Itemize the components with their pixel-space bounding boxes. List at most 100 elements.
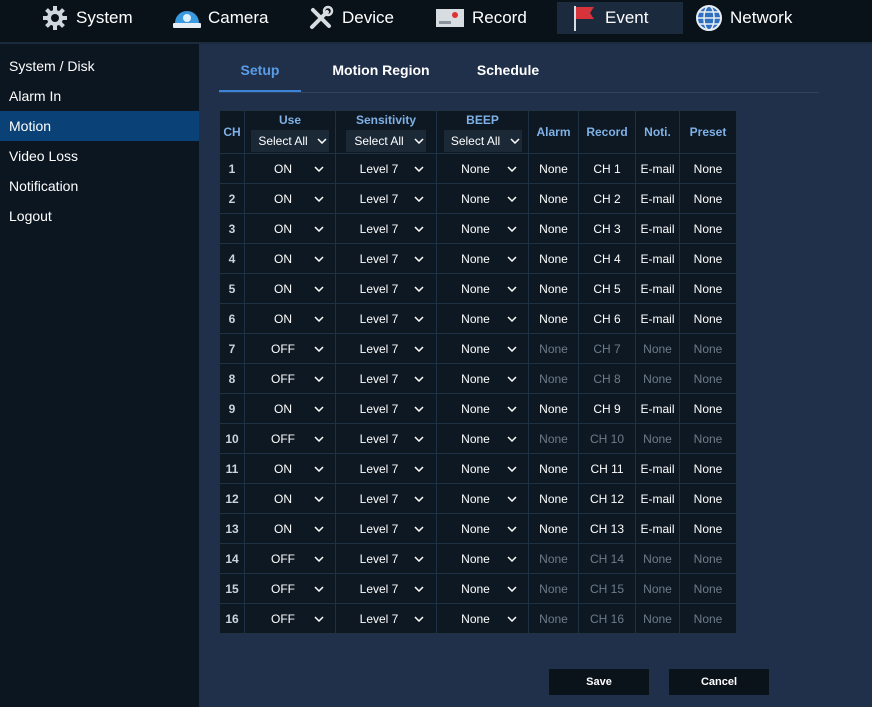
- tab-bar: Setup Motion Region Schedule: [219, 52, 819, 93]
- use-select[interactable]: ON: [254, 312, 326, 326]
- use-cell: ON: [244, 243, 336, 274]
- ch-cell: 2: [219, 183, 245, 214]
- sensitivity-select[interactable]: Level 7: [346, 492, 426, 506]
- noti-cell: E-mail: [635, 273, 680, 304]
- chevron-down-icon: [412, 255, 426, 262]
- nav-label: System: [76, 8, 133, 27]
- sensitivity-select[interactable]: Level 7: [346, 402, 426, 416]
- use-select[interactable]: ON: [254, 462, 326, 476]
- beep-select[interactable]: None: [447, 372, 519, 386]
- alarm-cell: None: [528, 513, 579, 544]
- chevron-down-icon: [312, 345, 326, 352]
- nav-record[interactable]: Record: [434, 2, 527, 34]
- beep-select[interactable]: None: [447, 552, 519, 566]
- sensitivity-cell: Level 7: [335, 333, 437, 364]
- motion-table: CH Use Select All Sensitivity Select All…: [219, 110, 737, 634]
- sensitivity-select[interactable]: Level 7: [346, 342, 426, 356]
- use-select[interactable]: ON: [254, 192, 326, 206]
- use-select[interactable]: ON: [254, 162, 326, 176]
- record-cell: CH 10: [578, 423, 636, 454]
- record-cell: CH 3: [578, 213, 636, 244]
- beep-select[interactable]: None: [447, 462, 519, 476]
- preset-cell: None: [679, 153, 737, 184]
- use-select[interactable]: OFF: [254, 582, 326, 596]
- beep-select[interactable]: None: [447, 192, 519, 206]
- beep-select[interactable]: None: [447, 162, 519, 176]
- tab-setup[interactable]: Setup: [219, 52, 301, 92]
- record-cell: CH 14: [578, 543, 636, 574]
- alarm-cell: None: [528, 603, 579, 634]
- flag-icon: [569, 3, 599, 33]
- nav-event[interactable]: Event: [557, 2, 683, 34]
- sidebar-item-notification[interactable]: Notification: [0, 171, 199, 201]
- sensitivity-select[interactable]: Level 7: [346, 582, 426, 596]
- nav-label: Event: [605, 8, 649, 27]
- beep-select[interactable]: None: [447, 252, 519, 266]
- sidebar-item-logout[interactable]: Logout: [0, 201, 199, 231]
- chevron-down-icon: [312, 405, 326, 412]
- use-select[interactable]: ON: [254, 252, 326, 266]
- chevron-down-icon: [312, 315, 326, 322]
- cancel-button[interactable]: Cancel: [669, 669, 769, 695]
- sensitivity-select[interactable]: Level 7: [346, 552, 426, 566]
- sensitivity-select[interactable]: Level 7: [346, 372, 426, 386]
- use-select[interactable]: OFF: [254, 372, 326, 386]
- chevron-down-icon: [412, 405, 426, 412]
- use-select[interactable]: OFF: [254, 612, 326, 626]
- beep-select[interactable]: None: [447, 612, 519, 626]
- beep-select[interactable]: None: [447, 342, 519, 356]
- use-select[interactable]: ON: [254, 222, 326, 236]
- nav-system[interactable]: System: [40, 2, 133, 34]
- gear-icon: [40, 3, 70, 33]
- use-select[interactable]: ON: [254, 282, 326, 296]
- nav-network[interactable]: Network: [694, 2, 792, 34]
- beep-select[interactable]: None: [447, 432, 519, 446]
- use-select[interactable]: ON: [254, 522, 326, 536]
- nav-device[interactable]: Device: [306, 2, 394, 34]
- tab-schedule[interactable]: Schedule: [464, 52, 552, 90]
- sidebar-item-system-disk[interactable]: System / Disk: [0, 51, 199, 81]
- chevron-down-icon: [412, 375, 426, 382]
- sensitivity-select[interactable]: Level 7: [346, 522, 426, 536]
- sensitivity-select[interactable]: Level 7: [346, 282, 426, 296]
- sidebar-item-video-loss[interactable]: Video Loss: [0, 141, 199, 171]
- sensitivity-select[interactable]: Level 7: [346, 162, 426, 176]
- chevron-down-icon: [412, 615, 426, 622]
- beep-cell: None: [436, 393, 529, 424]
- use-select[interactable]: OFF: [254, 552, 326, 566]
- sensitivity-select[interactable]: Level 7: [346, 222, 426, 236]
- beep-select[interactable]: None: [447, 282, 519, 296]
- beep-select[interactable]: None: [447, 582, 519, 596]
- beep-select[interactable]: None: [447, 522, 519, 536]
- use-select-all[interactable]: Select All: [251, 129, 329, 152]
- use-select[interactable]: OFF: [254, 432, 326, 446]
- beep-cell: None: [436, 153, 529, 184]
- beep-select[interactable]: None: [447, 222, 519, 236]
- sensitivity-select[interactable]: Level 7: [346, 252, 426, 266]
- chevron-down-icon: [505, 525, 519, 532]
- sidebar-item-motion[interactable]: Motion: [0, 111, 199, 141]
- nav-camera[interactable]: Camera: [172, 2, 268, 34]
- sensitivity-select[interactable]: Level 7: [346, 462, 426, 476]
- sidebar-item-alarm-in[interactable]: Alarm In: [0, 81, 199, 111]
- sensitivity-select[interactable]: Level 7: [346, 192, 426, 206]
- beep-select[interactable]: None: [447, 492, 519, 506]
- beep-select[interactable]: None: [447, 312, 519, 326]
- use-select[interactable]: ON: [254, 402, 326, 416]
- ch-cell: 12: [219, 483, 245, 514]
- sensitivity-select-all[interactable]: Select All: [346, 129, 426, 152]
- beep-select[interactable]: None: [447, 402, 519, 416]
- save-button[interactable]: Save: [549, 669, 649, 695]
- chevron-down-icon: [412, 555, 426, 562]
- use-select[interactable]: OFF: [254, 342, 326, 356]
- sensitivity-select[interactable]: Level 7: [346, 432, 426, 446]
- use-select[interactable]: ON: [254, 492, 326, 506]
- beep-select-all[interactable]: Select All: [443, 129, 522, 152]
- alarm-cell: None: [528, 243, 579, 274]
- noti-cell: E-mail: [635, 483, 680, 514]
- sensitivity-select[interactable]: Level 7: [346, 312, 426, 326]
- tab-motion-region[interactable]: Motion Region: [319, 52, 443, 90]
- sensitivity-select[interactable]: Level 7: [346, 612, 426, 626]
- ch-cell: 13: [219, 513, 245, 544]
- beep-cell: None: [436, 213, 529, 244]
